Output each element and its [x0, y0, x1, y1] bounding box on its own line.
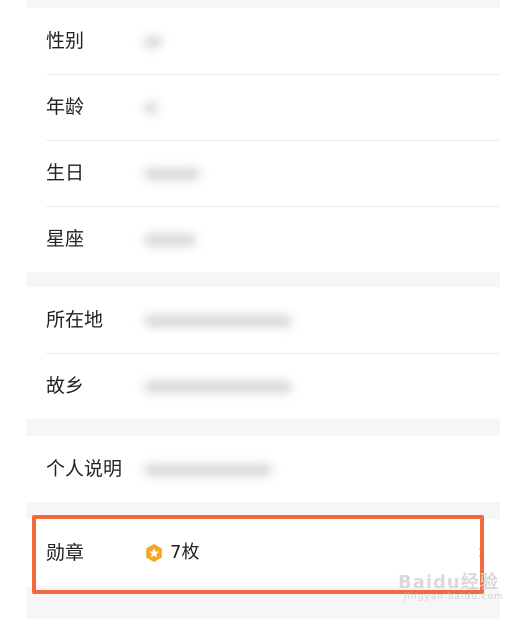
- row-label-age: 年龄: [46, 96, 85, 118]
- row-label-birthday: 生日: [46, 162, 85, 184]
- blurred-value: [144, 464, 272, 476]
- blurred-value: [144, 168, 200, 180]
- profile-row-age[interactable]: 年龄: [26, 74, 500, 140]
- blurred-value: [144, 36, 162, 48]
- profile-page: 性别 年龄 生日 星座 所在地 故乡 个人说明 勋章 7枚 › Baidu经验 …: [0, 0, 524, 619]
- watermark-url: jingyan.baidu.com: [404, 592, 505, 602]
- watermark-logo: Baidu经验: [398, 572, 499, 593]
- row-label-zodiac: 星座: [46, 228, 85, 250]
- location-group: 所在地 故乡: [26, 287, 500, 419]
- blurred-value: [144, 102, 158, 114]
- profile-row-bio[interactable]: 个人说明: [26, 436, 500, 502]
- bio-group: 个人说明: [26, 436, 500, 502]
- blurred-value: [144, 381, 292, 393]
- profile-row-gender[interactable]: 性别: [26, 8, 500, 74]
- row-label-hometown: 故乡: [46, 375, 85, 397]
- profile-row-zodiac[interactable]: 星座: [26, 206, 500, 272]
- profile-row-hometown[interactable]: 故乡: [26, 353, 500, 419]
- row-label-gender: 性别: [46, 30, 85, 52]
- row-label-location: 所在地: [46, 309, 104, 331]
- profile-row-birthday[interactable]: 生日: [26, 140, 500, 206]
- row-label-bio: 个人说明: [46, 458, 123, 480]
- blurred-value: [144, 234, 196, 246]
- profile-row-location[interactable]: 所在地: [26, 287, 500, 353]
- basic-info-group: 性别 年龄 生日 星座: [26, 8, 500, 272]
- blurred-value: [144, 315, 292, 327]
